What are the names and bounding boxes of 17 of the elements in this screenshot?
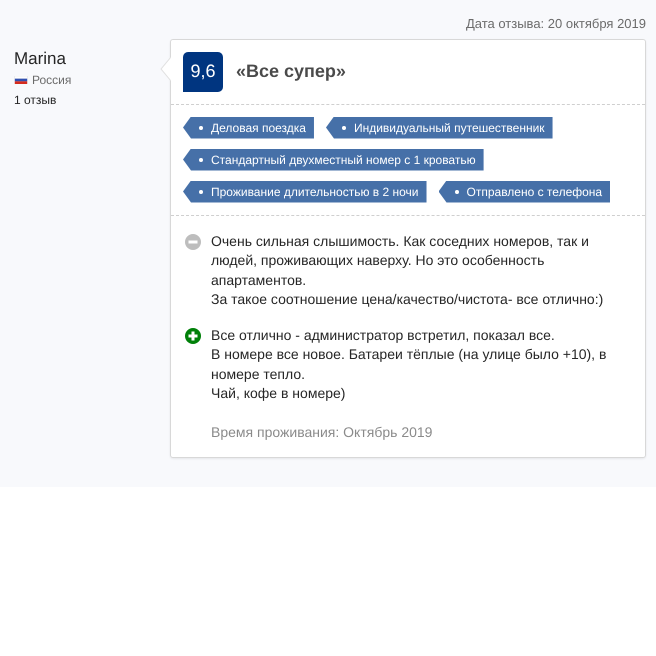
tag: Деловая поездка bbox=[183, 116, 314, 138]
tag: Отправлено с телефона bbox=[438, 180, 610, 202]
score-badge: 9,6 bbox=[183, 52, 223, 92]
minus-icon bbox=[185, 234, 201, 250]
tag: Стандартный двухместный номер с 1 кроватью bbox=[183, 148, 484, 170]
stay-period: Время проживания: Октябрь 2019 bbox=[210, 422, 434, 442]
review-count: 1 отзыв bbox=[14, 92, 58, 108]
reviewer-country: Россия bbox=[32, 72, 72, 88]
review-title: «Все супер» bbox=[236, 60, 346, 83]
plus-icon bbox=[185, 328, 201, 344]
reviewer-name: Marina bbox=[14, 48, 67, 70]
review-comment: Все отлично - администратор встретил, показал все. В номере все новое. Батареи тёплые (на улице было +10), в номере тепло. Чай, кофе в номере) bbox=[211, 326, 608, 403]
flag-icon bbox=[14, 76, 28, 84]
tag: Индивидуальный путешественник bbox=[326, 116, 553, 138]
tag: Проживание длительностью в 2 ночи bbox=[183, 180, 427, 202]
review-comment: Очень сильная слышимость. Как соседних номеров, так и людей, проживающих наверху. Но это особенность апартаментов. За такое соотношение цена/качество/чистота- все отлично:) bbox=[211, 232, 604, 309]
review-date: Дата отзыва: 20 октября 2019 bbox=[466, 15, 646, 33]
